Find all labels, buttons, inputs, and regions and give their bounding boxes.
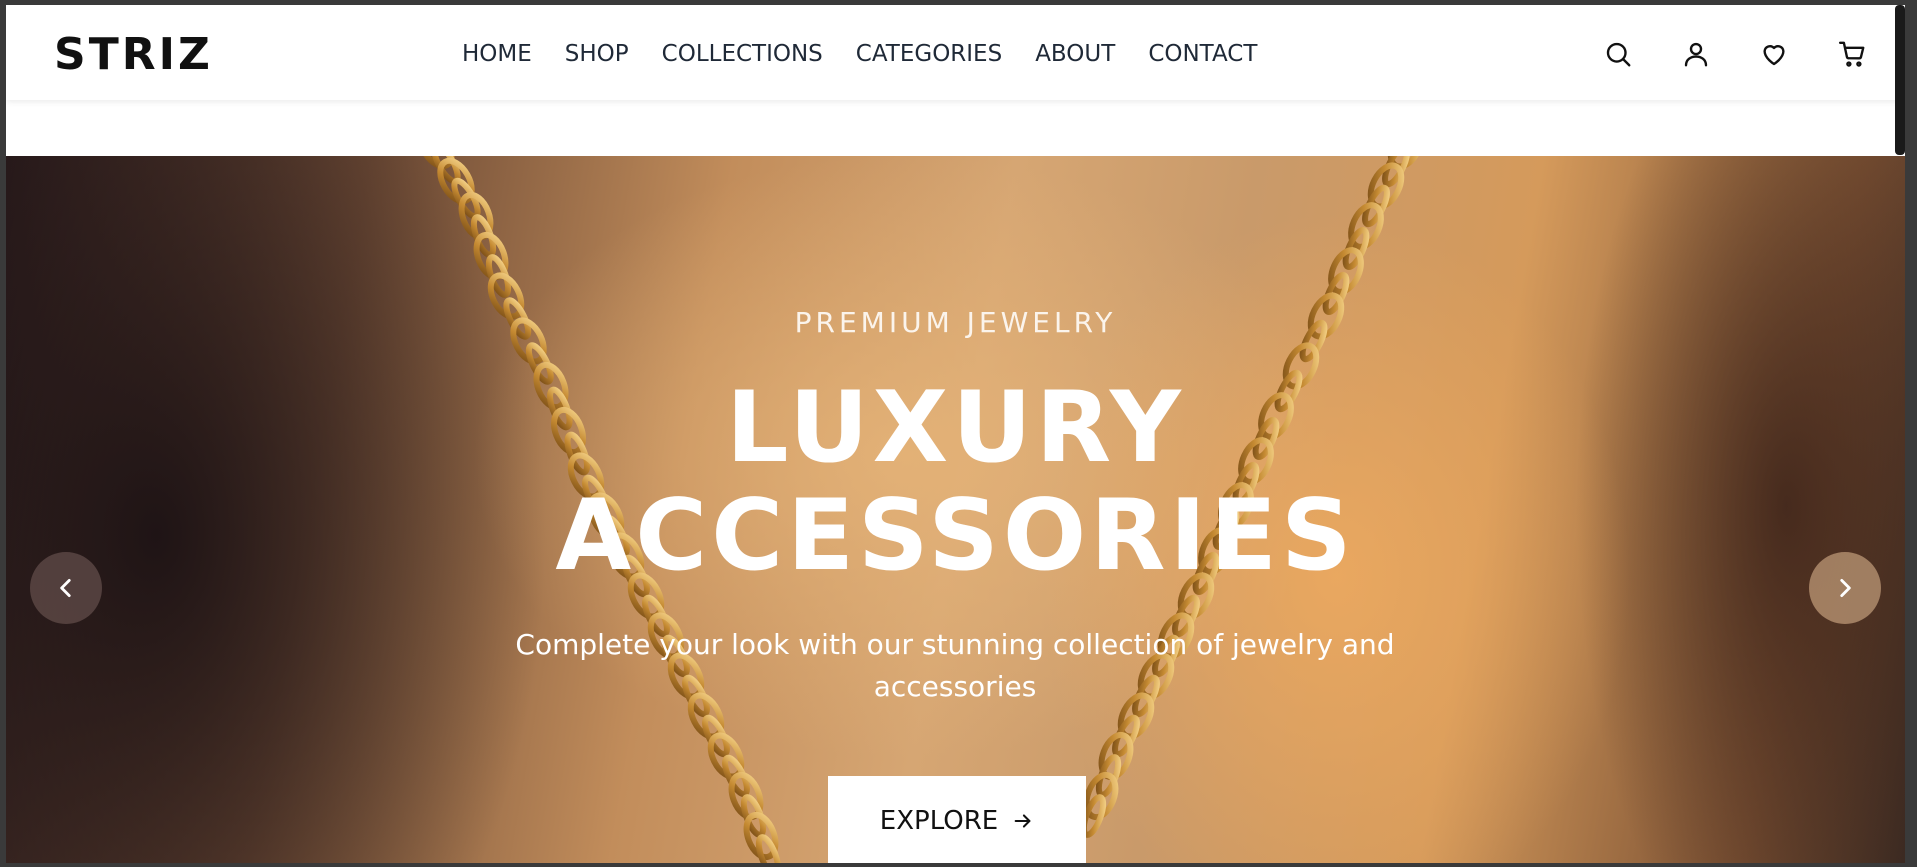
search-icon[interactable] xyxy=(1603,39,1633,69)
hero-headline: LUXURY ACCESSORIES xyxy=(6,374,1905,590)
header-spacer xyxy=(6,100,1905,156)
carousel-next-button[interactable] xyxy=(1809,552,1881,624)
nav-home[interactable]: HOME xyxy=(462,39,532,69)
browser-viewport: STRIZ HOME SHOP COLLECTIONS CATEGORIES A… xyxy=(6,5,1905,863)
hero-carousel: PREMIUM JEWELRY LUXURY ACCESSORIES Compl… xyxy=(6,156,1905,863)
carousel-prev-button[interactable] xyxy=(30,552,102,624)
nav-shop[interactable]: SHOP xyxy=(565,39,629,69)
nav-collections[interactable]: COLLECTIONS xyxy=(662,39,823,69)
header-actions xyxy=(1603,39,1867,69)
hero-subtitle: Complete your look with our stunning col… xyxy=(515,628,1395,703)
scrollbar-thumb[interactable] xyxy=(1895,5,1905,155)
chevron-right-icon xyxy=(1840,579,1851,597)
nav-categories[interactable]: CATEGORIES xyxy=(856,39,1002,69)
main-nav: HOME SHOP COLLECTIONS CATEGORIES ABOUT C… xyxy=(462,39,1290,69)
hero-headline-line2: ACCESSORIES xyxy=(555,479,1356,593)
heart-icon[interactable] xyxy=(1759,39,1789,69)
explore-button[interactable]: EXPLORE xyxy=(828,776,1086,863)
hero-eyebrow: PREMIUM JEWELRY xyxy=(794,306,1117,339)
explore-button-label: EXPLORE xyxy=(879,806,999,836)
nav-about[interactable]: ABOUT xyxy=(1035,39,1115,69)
hero-content: PREMIUM JEWELRY LUXURY ACCESSORIES Compl… xyxy=(6,156,1905,863)
nav-contact[interactable]: CONTACT xyxy=(1148,39,1257,69)
arrow-right-icon xyxy=(1014,814,1031,828)
hero-headline-line1: LUXURY xyxy=(726,371,1185,485)
chevron-left-icon xyxy=(60,579,71,597)
site-header: STRIZ HOME SHOP COLLECTIONS CATEGORIES A… xyxy=(6,5,1905,100)
user-icon[interactable] xyxy=(1681,39,1711,69)
logo[interactable]: STRIZ xyxy=(54,27,213,83)
cart-icon[interactable] xyxy=(1837,39,1867,69)
